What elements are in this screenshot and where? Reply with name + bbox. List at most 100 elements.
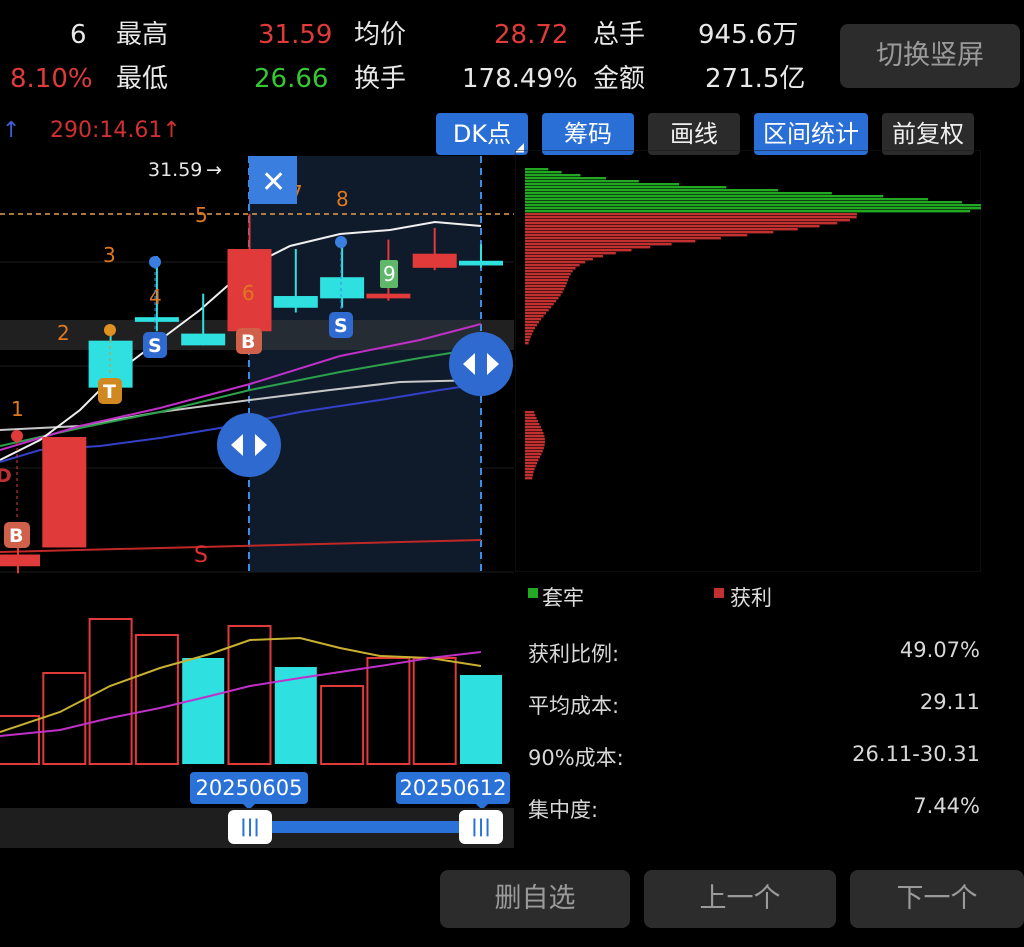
dk-point-button[interactable]: DK点 ◢ [436, 113, 528, 155]
previous-button[interactable]: 上一个 [644, 870, 836, 928]
volume-bar [460, 675, 502, 764]
chip-bar [525, 474, 533, 477]
volume-bar [134, 634, 179, 765]
change-percent: 8.10% [10, 64, 93, 94]
chip-bar [525, 330, 534, 333]
range-slider-end-thumb[interactable]: ||| [459, 810, 503, 844]
forward-adjust-button[interactable]: 前复权 [882, 113, 974, 155]
range-end-handle[interactable] [449, 332, 513, 396]
chip-bar [525, 321, 539, 324]
candle-body [366, 293, 411, 299]
concentration-value: 7.44% [913, 794, 980, 818]
support-line-label: S [194, 543, 208, 568]
trapped-legend-label: 套牢 [542, 586, 584, 610]
candle-body [181, 333, 226, 346]
chip-distribution-button[interactable]: 筹码 [542, 113, 634, 155]
volume-bar [0, 715, 40, 765]
chip-bar [525, 195, 884, 198]
chip-bar [525, 309, 549, 312]
chip-bar [525, 447, 544, 450]
chip-bar [525, 201, 962, 204]
next-button[interactable]: 下一个 [850, 870, 1024, 928]
chip-bar [525, 255, 604, 258]
signal-dot [11, 430, 23, 442]
profit-legend-swatch [714, 588, 724, 598]
range-statistics-button[interactable]: 区间统计 [754, 113, 868, 155]
range-slider-fill [250, 821, 482, 833]
signal-d-label: D [0, 465, 12, 487]
chip-bar [525, 276, 570, 279]
chip-bar [525, 219, 850, 222]
chip-bar [525, 468, 535, 471]
chip-bar [525, 333, 532, 336]
chip-bar [525, 327, 536, 330]
arrow-up-red-icon: ↑ [162, 118, 181, 143]
volume-bar [366, 657, 411, 765]
switch-portrait-button[interactable]: 切换竖屏 [840, 24, 1020, 88]
profit-ratio-row: 获利比例: 49.07% [528, 638, 980, 668]
chip-bar [525, 261, 586, 264]
candle-label-6: 6 [242, 281, 255, 305]
chip-bar [525, 477, 533, 480]
chip-bar [525, 216, 857, 219]
chip-bar [525, 465, 536, 468]
kline-chart[interactable]: S 31.59 → 1 2 3 4 5 6 7 8 9 S S T B B [0, 150, 514, 574]
chip-bar [525, 228, 798, 231]
chip-bar [525, 429, 543, 432]
volume-bar [88, 618, 133, 765]
arrow-right-icon: → [206, 159, 222, 181]
chip-bar [525, 273, 571, 276]
remove-favorite-button[interactable]: 删自选 [440, 870, 630, 928]
profit-legend-label: 获利 [730, 586, 772, 610]
chip-bar [525, 315, 544, 318]
concentration-row: 集中度: 7.44% [528, 794, 980, 824]
amount-value: 271.5亿 [705, 64, 806, 94]
signal-b-label: B [241, 331, 255, 353]
chip-bar [525, 234, 748, 237]
chip-bar [525, 210, 971, 213]
turnover-label: 换手 [354, 64, 407, 94]
low-value: 26.66 [254, 64, 329, 94]
trapped-legend-swatch [528, 588, 538, 598]
chip-bar [525, 204, 981, 207]
close-icon[interactable]: ✕ [261, 165, 286, 200]
volume-bar [320, 685, 365, 765]
average-cost-value: 29.11 [919, 690, 980, 714]
chip-bar [525, 318, 542, 321]
chip-bar [525, 444, 545, 447]
chip-bar [525, 420, 538, 423]
candle-label-1: 1 [11, 397, 24, 421]
chip-bar [525, 435, 545, 438]
chip-bar [525, 459, 539, 462]
drag-handle-circle[interactable] [217, 413, 281, 477]
range-slider-start-thumb[interactable]: ||| [228, 810, 272, 844]
dk-point-label: DK点 [452, 120, 512, 148]
chip-bar [525, 213, 858, 216]
range-start-handle[interactable] [217, 413, 281, 477]
candle-body [42, 437, 87, 548]
candle-label-5: 5 [195, 203, 208, 227]
chip-distribution-chart [515, 150, 981, 572]
chip-bar [525, 450, 543, 453]
draw-line-button[interactable]: 画线 [648, 113, 740, 155]
chip-bar [525, 288, 565, 291]
chip-bar [525, 432, 544, 435]
chip-bar [525, 264, 580, 267]
chip-bar [525, 225, 820, 228]
signal-dot [149, 256, 161, 268]
range-start-date: 20250605 [190, 772, 308, 804]
chip-bar [525, 339, 530, 342]
chip-bar [525, 297, 559, 300]
volume-chart [0, 618, 502, 765]
candle-body [0, 554, 40, 567]
concentration-label: 集中度: [528, 798, 599, 822]
chip-bar [525, 252, 616, 255]
avg-label: 均价 [354, 20, 407, 50]
profit-ratio-value: 49.07% [899, 638, 980, 662]
chip-bar [525, 294, 561, 297]
volume-bar [42, 672, 87, 765]
chip-bar [525, 426, 541, 429]
drag-handle-circle[interactable] [449, 332, 513, 396]
total-volume-value: 945.6万 [698, 20, 799, 50]
chip-bar [525, 285, 566, 288]
